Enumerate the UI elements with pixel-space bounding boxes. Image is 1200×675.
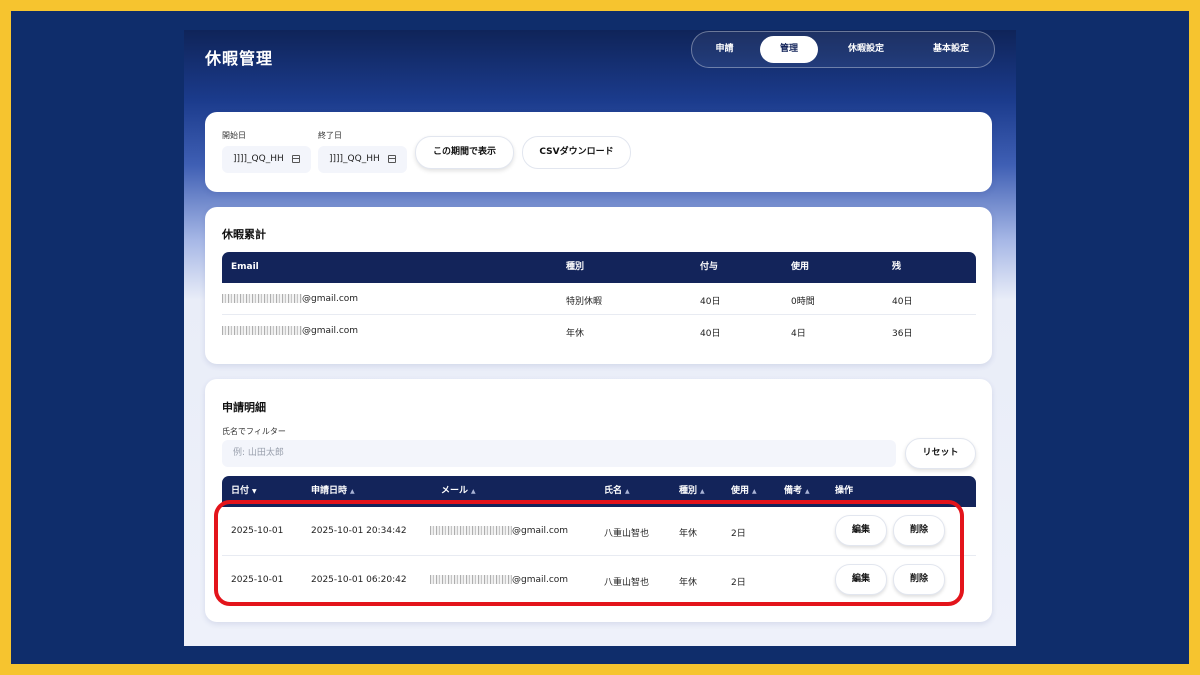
col-used: 使用 bbox=[791, 262, 810, 272]
remaining-cell: 40日 bbox=[892, 297, 913, 307]
email-cell: @gmail.com bbox=[430, 526, 568, 536]
period-card: 開始日 ]]]]_QQ_HH 終了日 ]]]]_QQ_HH この期間で表示 CS… bbox=[205, 112, 992, 192]
email-domain: @gmail.com bbox=[512, 526, 569, 536]
col-email-label: メール bbox=[441, 486, 469, 496]
calendar-icon[interactable] bbox=[292, 155, 300, 163]
end-date-input[interactable]: ]]]]_QQ_HH bbox=[318, 146, 407, 173]
used-cell: 2日 bbox=[731, 529, 746, 539]
redacted-text bbox=[222, 326, 302, 335]
edit-button[interactable]: 編集 bbox=[835, 564, 887, 595]
table-row: @gmail.com 特別休暇 40日 0時間 40日 bbox=[222, 283, 976, 315]
start-date-label: 開始日 bbox=[222, 131, 246, 140]
sort-asc-icon: ▲ bbox=[700, 488, 705, 495]
type-cell: 特別休暇 bbox=[566, 297, 603, 307]
sort-asc-icon: ▲ bbox=[805, 488, 810, 495]
tab-leave-settings[interactable]: 休暇設定 bbox=[827, 36, 905, 63]
sort-asc-icon: ▲ bbox=[471, 488, 476, 495]
leave-summary-card: 休暇累計 Email 種別 付与 使用 残 @gmail.com 特別休暇 40… bbox=[205, 207, 992, 364]
name-filter-input[interactable]: 例: 山田太郎 bbox=[222, 440, 896, 467]
summary-title: 休暇累計 bbox=[222, 228, 266, 241]
applied-at-cell: 2025-10-01 20:34:42 bbox=[311, 526, 407, 536]
col-used[interactable]: 使用 ▲ bbox=[731, 476, 757, 507]
col-type: 種別 bbox=[566, 262, 585, 272]
tab-apply[interactable]: 申請 bbox=[696, 36, 753, 63]
col-name-label: 氏名 bbox=[604, 486, 623, 496]
granted-cell: 40日 bbox=[700, 297, 721, 307]
tab-bar: 申請 管理 休暇設定 基本設定 bbox=[691, 31, 995, 68]
col-type-label: 種別 bbox=[679, 486, 698, 496]
app-window: 休暇管理 申請 管理 休暇設定 基本設定 開始日 ]]]]_QQ_HH 終了日 … bbox=[184, 30, 1016, 646]
date-cell: 2025-10-01 bbox=[231, 526, 284, 536]
col-notes-label: 備考 bbox=[784, 486, 803, 496]
redacted-text bbox=[430, 526, 512, 535]
col-used-label: 使用 bbox=[731, 486, 750, 496]
col-type[interactable]: 種別 ▲ bbox=[679, 476, 705, 507]
remaining-cell: 36日 bbox=[892, 329, 913, 339]
sort-asc-icon: ▲ bbox=[752, 488, 757, 495]
details-table-header: 日付 ▼ 申請日時 ▲ メール ▲ 氏名 ▲ 種別 ▲ 使用 ▲ 備考 ▲ 操作 bbox=[222, 476, 976, 507]
type-cell: 年休 bbox=[566, 329, 585, 339]
email-cell: @gmail.com bbox=[222, 294, 358, 304]
used-cell: 4日 bbox=[791, 329, 806, 339]
reset-button[interactable]: リセット bbox=[905, 438, 976, 469]
details-title: 申請明細 bbox=[222, 401, 266, 414]
end-date-value: ]]]]_QQ_HH bbox=[329, 154, 380, 164]
applied-at-cell: 2025-10-01 06:20:42 bbox=[311, 575, 407, 585]
email-cell: @gmail.com bbox=[222, 326, 358, 336]
sort-desc-icon: ▼ bbox=[252, 488, 257, 495]
email-domain: @gmail.com bbox=[302, 294, 359, 304]
csv-download-button[interactable]: CSVダウンロード bbox=[522, 136, 631, 169]
col-date-label: 日付 bbox=[231, 486, 250, 496]
show-period-button[interactable]: この期間で表示 bbox=[415, 136, 514, 169]
calendar-icon[interactable] bbox=[388, 155, 396, 163]
table-row: 2025-10-01 2025-10-01 20:34:42 @gmail.co… bbox=[222, 507, 976, 556]
app-title: 休暇管理 bbox=[205, 49, 274, 68]
filter-label: 氏名でフィルター bbox=[222, 427, 286, 436]
name-cell: 八重山智也 bbox=[604, 529, 650, 539]
used-cell: 2日 bbox=[731, 578, 746, 588]
summary-table-header: Email 種別 付与 使用 残 bbox=[222, 252, 976, 283]
delete-button[interactable]: 削除 bbox=[893, 564, 945, 595]
date-cell: 2025-10-01 bbox=[231, 575, 284, 585]
redacted-text bbox=[222, 294, 302, 303]
name-cell: 八重山智也 bbox=[604, 578, 650, 588]
email-domain: @gmail.com bbox=[302, 326, 359, 336]
start-date-value: ]]]]_QQ_HH bbox=[233, 154, 284, 164]
table-row: @gmail.com 年休 40日 4日 36日 bbox=[222, 315, 976, 346]
email-cell: @gmail.com bbox=[430, 575, 568, 585]
col-email: Email bbox=[231, 262, 259, 272]
start-date-input[interactable]: ]]]]_QQ_HH bbox=[222, 146, 311, 173]
sort-asc-icon: ▲ bbox=[625, 488, 630, 495]
type-cell: 年休 bbox=[679, 578, 698, 588]
granted-cell: 40日 bbox=[700, 329, 721, 339]
col-applied-at-label: 申請日時 bbox=[311, 486, 348, 496]
col-actions: 操作 bbox=[835, 486, 854, 496]
type-cell: 年休 bbox=[679, 529, 698, 539]
request-details-card: 申請明細 氏名でフィルター 例: 山田太郎 リセット 日付 ▼ 申請日時 ▲ メール… bbox=[205, 379, 992, 622]
col-name[interactable]: 氏名 ▲ bbox=[604, 476, 630, 507]
redacted-text bbox=[430, 575, 512, 584]
col-notes[interactable]: 備考 ▲ bbox=[784, 476, 810, 507]
col-remaining: 残 bbox=[892, 262, 902, 272]
delete-button[interactable]: 削除 bbox=[893, 515, 945, 546]
col-granted: 付与 bbox=[700, 262, 719, 272]
sort-asc-icon: ▲ bbox=[350, 488, 355, 495]
tab-manage[interactable]: 管理 bbox=[760, 36, 818, 63]
used-cell: 0時間 bbox=[791, 297, 815, 307]
email-domain: @gmail.com bbox=[512, 575, 569, 585]
col-applied-at[interactable]: 申請日時 ▲ bbox=[311, 476, 355, 507]
end-date-label: 終了日 bbox=[318, 131, 342, 140]
tab-basic-settings[interactable]: 基本設定 bbox=[912, 36, 990, 63]
edit-button[interactable]: 編集 bbox=[835, 515, 887, 546]
col-date[interactable]: 日付 ▼ bbox=[231, 476, 257, 507]
col-email[interactable]: メール ▲ bbox=[441, 476, 476, 507]
table-row: 2025-10-01 2025-10-01 06:20:42 @gmail.co… bbox=[222, 556, 976, 604]
